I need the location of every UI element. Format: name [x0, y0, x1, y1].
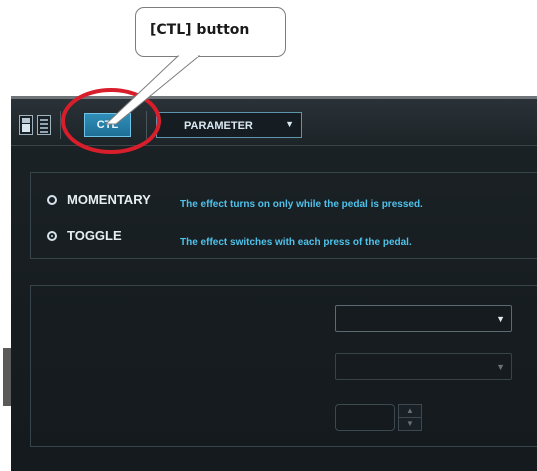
toggle-radio[interactable] — [47, 230, 57, 241]
target-dropdown[interactable]: ▼ — [335, 305, 512, 332]
value-input[interactable] — [335, 404, 395, 431]
highlight-ring — [61, 88, 161, 154]
side-strip — [3, 348, 11, 406]
callout-box: [CTL] button — [135, 7, 286, 57]
ctl-settings-window: CTL PARAMETER ▼ MOMENTARY The effect tur… — [11, 96, 537, 471]
triangle-down-icon: ▼ — [496, 314, 505, 324]
callout-text: [CTL] button — [150, 22, 250, 38]
momentary-label: MOMENTARY — [67, 192, 151, 207]
list-view-icon[interactable] — [37, 115, 51, 135]
single-view-icon[interactable] — [19, 115, 33, 135]
parameter-dropdown-label: PARAMETER — [184, 120, 253, 132]
left-edge — [0, 96, 11, 468]
triangle-up-icon[interactable]: ▲ — [399, 405, 421, 418]
setting-dropdown[interactable]: ▼ — [335, 353, 512, 380]
momentary-option[interactable]: MOMENTARY — [47, 192, 151, 207]
parameter-dropdown[interactable]: PARAMETER ▼ — [156, 112, 302, 138]
toggle-option[interactable]: TOGGLE — [47, 228, 122, 243]
toggle-description: The effect switches with each press of t… — [180, 237, 412, 248]
momentary-radio[interactable] — [47, 194, 57, 205]
value-stepper[interactable]: ▲ ▼ — [398, 404, 422, 431]
triangle-down-icon: ▼ — [285, 119, 294, 129]
momentary-description: The effect turns on only while the pedal… — [180, 199, 423, 210]
triangle-down-icon[interactable]: ▼ — [399, 418, 421, 430]
toggle-label: TOGGLE — [67, 228, 122, 243]
triangle-down-icon: ▼ — [496, 362, 505, 372]
